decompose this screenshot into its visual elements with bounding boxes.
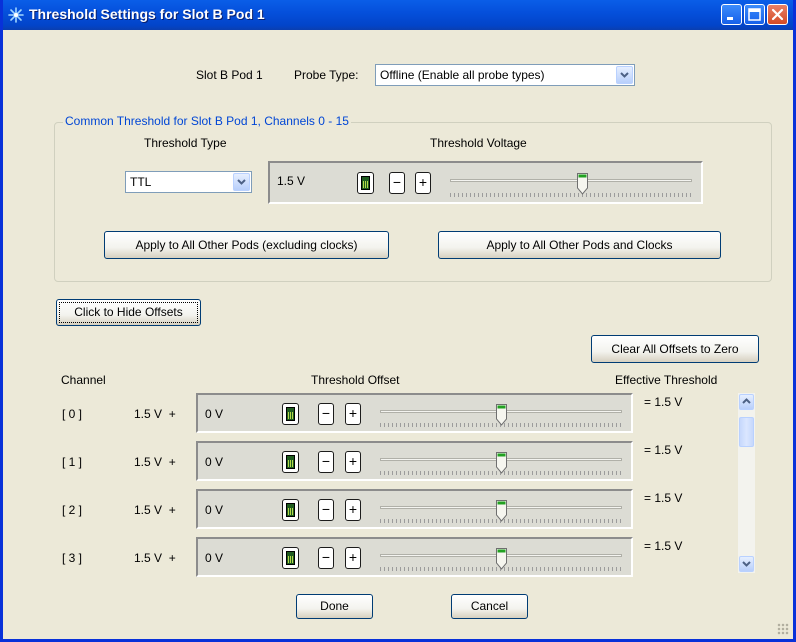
scroll-thumb[interactable] [739, 417, 754, 447]
minimize-button[interactable] [721, 4, 742, 25]
offset-decrement-button[interactable]: − [318, 547, 334, 569]
offset-decrement-button[interactable]: − [318, 499, 334, 521]
done-button[interactable]: Done [296, 594, 373, 619]
window-title: Threshold Settings for Slot B Pod 1 [29, 6, 265, 22]
chevron-down-icon[interactable] [233, 173, 250, 191]
calculator-icon[interactable] [282, 499, 299, 521]
minimize-icon [727, 17, 733, 20]
probe-type-label: Probe Type: [294, 68, 359, 82]
decrement-button[interactable]: − [389, 172, 405, 194]
offset-decrement-button[interactable]: − [318, 403, 334, 425]
channel-name: [ 0 ] [62, 407, 83, 421]
channel-offset-value: 0 V [205, 503, 224, 517]
calculator-icon[interactable] [357, 172, 374, 194]
hide-offsets-button[interactable]: Click to Hide Offsets [56, 299, 201, 326]
cancel-button[interactable]: Cancel [451, 594, 528, 619]
threshold-settings-window: Threshold Settings for Slot B Pod 1 Slot… [0, 0, 796, 642]
channel-offset-slider[interactable] [378, 496, 624, 526]
channel-offset-slider[interactable] [378, 448, 624, 478]
channel-effective-threshold: = 1.5 V [644, 395, 683, 409]
maximize-icon [748, 8, 761, 21]
title-bar[interactable]: Threshold Settings for Slot B Pod 1 [3, 0, 793, 30]
offset-increment-button[interactable]: + [345, 403, 361, 425]
offset-decrement-button[interactable]: − [318, 451, 334, 473]
channel-base-threshold: 1.5 V + [134, 503, 176, 517]
channel-column-header: Channel [61, 373, 106, 387]
offset-increment-button[interactable]: + [345, 451, 361, 473]
threshold-voltage-panel: 1.5 V − + [268, 161, 703, 204]
threshold-voltage-label: Threshold Voltage [430, 136, 527, 150]
scroll-down-icon[interactable] [739, 556, 754, 572]
channel-effective-threshold: = 1.5 V [644, 491, 683, 505]
slider-track [450, 179, 692, 182]
channel-offset-panel: 0 V − + [196, 489, 633, 529]
channel-name: [ 1 ] [62, 455, 83, 469]
apply-excluding-clocks-button[interactable]: Apply to All Other Pods (excluding clock… [104, 231, 389, 259]
clear-offsets-button[interactable]: Clear All Offsets to Zero [591, 335, 759, 363]
threshold-voltage-value: 1.5 V [277, 174, 306, 188]
channel-base-threshold: 1.5 V + [134, 455, 176, 469]
channel-effective-threshold: = 1.5 V [644, 539, 683, 553]
threshold-voltage-slider[interactable] [448, 169, 694, 199]
channel-name: [ 2 ] [62, 503, 83, 517]
channel-offset-value: 0 V [205, 455, 224, 469]
slider-thumb[interactable] [496, 500, 507, 522]
channel-name: [ 3 ] [62, 551, 83, 565]
calculator-icon[interactable] [282, 451, 299, 473]
channel-offset-value: 0 V [205, 551, 224, 565]
probe-type-select[interactable]: Offline (Enable all probe types) [375, 64, 635, 86]
chevron-down-icon[interactable] [616, 66, 633, 84]
offset-increment-button[interactable]: + [345, 547, 361, 569]
offset-column-header: Threshold Offset [311, 373, 400, 387]
threshold-type-label: Threshold Type [144, 136, 227, 150]
channel-effective-threshold: = 1.5 V [644, 443, 683, 457]
threshold-type-value: TTL [130, 175, 152, 189]
channel-scrollbar[interactable] [738, 393, 755, 573]
scroll-up-icon[interactable] [739, 394, 754, 410]
close-button[interactable] [767, 4, 788, 25]
calculator-icon[interactable] [282, 403, 299, 425]
close-icon [771, 8, 784, 21]
slider-thumb[interactable] [496, 404, 507, 426]
offset-increment-button[interactable]: + [345, 499, 361, 521]
channel-offset-slider[interactable] [378, 400, 624, 430]
effective-column-header: Effective Threshold [615, 373, 718, 387]
calculator-icon[interactable] [282, 547, 299, 569]
channel-offset-panel: 0 V − + [196, 441, 633, 481]
channel-offset-panel: 0 V − + [196, 393, 633, 433]
dialog-body: Slot B Pod 1 Probe Type: Offline (Enable… [3, 30, 793, 639]
channel-offset-panel: 0 V − + [196, 537, 633, 577]
apply-including-clocks-button[interactable]: Apply to All Other Pods and Clocks [438, 231, 721, 259]
pod-label: Slot B Pod 1 [196, 68, 263, 82]
slider-thumb[interactable] [496, 548, 507, 570]
maximize-button[interactable] [744, 4, 765, 25]
channel-offset-value: 0 V [205, 407, 224, 421]
channel-offset-slider[interactable] [378, 544, 624, 574]
slider-ticks [450, 193, 692, 197]
slider-thumb[interactable] [577, 173, 588, 195]
channel-base-threshold: 1.5 V + [134, 407, 176, 421]
common-threshold-group-label: Common Threshold for Slot B Pod 1, Chann… [63, 114, 351, 128]
slider-thumb[interactable] [496, 452, 507, 474]
probe-type-value: Offline (Enable all probe types) [380, 68, 545, 82]
increment-button[interactable]: + [415, 172, 431, 194]
asterisk-icon [8, 7, 24, 23]
resize-grip[interactable] [777, 623, 789, 635]
threshold-type-select[interactable]: TTL [125, 171, 252, 193]
channel-base-threshold: 1.5 V + [134, 551, 176, 565]
